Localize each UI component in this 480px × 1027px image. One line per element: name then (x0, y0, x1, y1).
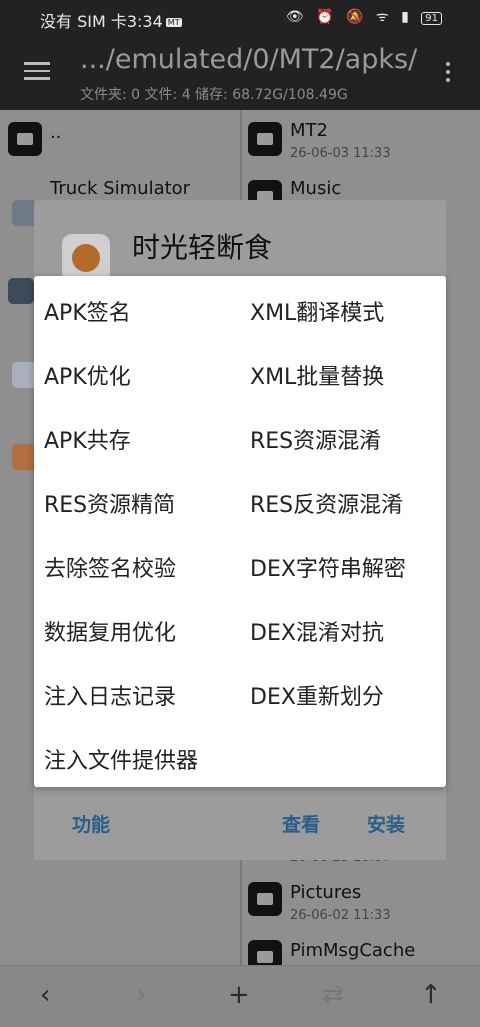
view-button[interactable]: 查看 (282, 810, 320, 837)
folder-icon (248, 122, 282, 156)
add-icon[interactable]: + (228, 980, 250, 1010)
menu-item-dex-repartition[interactable]: DEX重新划分 (250, 679, 384, 711)
folder-name[interactable]: MT2 (290, 120, 328, 141)
menu-item-dex-anti-obfuscate[interactable]: DEX混淆对抗 (250, 615, 384, 647)
menu-item-res-shrink[interactable]: RES资源精简 (44, 487, 175, 519)
menu-item-xml-batch-replace[interactable]: XML批量替换 (250, 359, 384, 391)
folder-icon (8, 122, 42, 156)
status-right: 👁 ⏰ 🔕 ᯤ ▮ 91 (286, 7, 442, 26)
menu-item-inject-file-provider[interactable]: 注入文件提供器 (44, 743, 198, 775)
menu-item-apk-coexist[interactable]: APK共存 (44, 423, 131, 455)
path-title: .../emulated/0/MT2/apks/ (80, 44, 418, 75)
forward-icon[interactable]: › (136, 980, 146, 1010)
function-menu-popup: APK签名 APK优化 APK共存 RES资源精简 去除签名校验 数据复用优化 … (34, 276, 446, 787)
battery-icon: 91 (421, 12, 442, 25)
file-name[interactable]: Truck Simulator (50, 178, 190, 199)
hamburger-menu-icon[interactable] (24, 62, 50, 80)
storage-summary: 文件夹: 0 文件: 4 储存: 68.72G/108.49G (80, 87, 348, 103)
mt-badge-icon: MT (165, 18, 182, 27)
parent-dir-label[interactable]: .. (50, 122, 61, 143)
back-icon[interactable]: ‹ (40, 980, 50, 1010)
folder-icon (248, 882, 282, 916)
folder-name[interactable]: PimMsgCache (290, 940, 415, 961)
menu-item-xml-translate[interactable]: XML翻译模式 (250, 295, 384, 327)
folder-date: 26-06-02 11:33 (290, 908, 391, 923)
up-icon[interactable]: ↑ (420, 980, 442, 1010)
more-options-icon[interactable] (446, 62, 452, 86)
menu-item-inject-log[interactable]: 注入日志记录 (44, 679, 176, 711)
menu-item-res-obfuscate[interactable]: RES资源混淆 (250, 423, 381, 455)
menu-item-dex-string-decrypt[interactable]: DEX字符串解密 (250, 551, 406, 583)
menu-item-res-deobfuscate[interactable]: RES反资源混淆 (250, 487, 403, 519)
apk-icon (8, 278, 34, 304)
status-bar: 没有 SIM 卡3:34 MT 👁 ⏰ 🔕 ᯤ ▮ 91 (0, 0, 480, 36)
menu-item-apk-optimize[interactable]: APK优化 (44, 359, 131, 391)
folder-date: 26-06-03 11:33 (290, 146, 391, 161)
bottom-toolbar: ‹ › + ⇄ ↑ (0, 965, 480, 1027)
folder-name[interactable]: Music (290, 178, 341, 199)
swap-icon[interactable]: ⇄ (322, 980, 344, 1010)
status-left: 没有 SIM 卡3:34 MT (40, 8, 182, 32)
app-icon (62, 234, 110, 282)
menu-item-data-reuse[interactable]: 数据复用优化 (44, 615, 176, 647)
install-button[interactable]: 安装 (367, 810, 405, 837)
app-title: 时光轻断食 (132, 231, 273, 264)
top-bar: 没有 SIM 卡3:34 MT 👁 ⏰ 🔕 ᯤ ▮ 91 .../emulated… (0, 0, 480, 110)
folder-name[interactable]: Pictures (290, 882, 361, 903)
status-icons: 👁 ⏰ 🔕 ᯤ ▮ (285, 9, 413, 25)
carrier-time: 没有 SIM 卡3:34 (40, 12, 163, 31)
menu-item-apk-sign[interactable]: APK签名 (44, 295, 131, 327)
function-button[interactable]: 功能 (72, 810, 110, 837)
menu-item-remove-sign-check[interactable]: 去除签名校验 (44, 551, 176, 583)
